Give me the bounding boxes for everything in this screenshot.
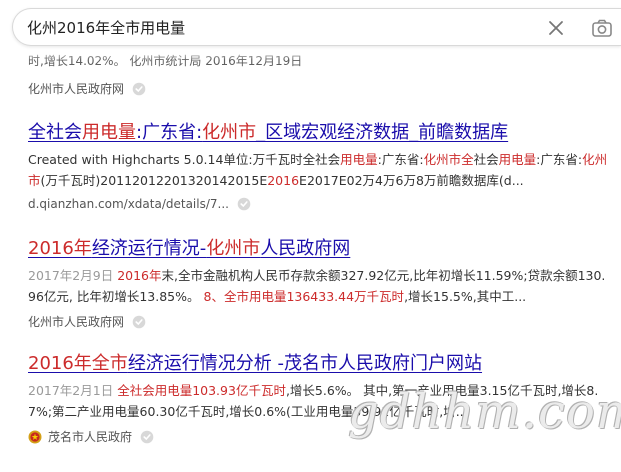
verified-shield-icon[interactable]	[237, 197, 251, 211]
title-part: 经济运行情况-	[91, 238, 207, 259]
result-source: d.qianzhan.com/xdata/details/7...	[28, 197, 613, 211]
snippet-text: 社会	[473, 152, 499, 167]
snippet-text: E2017E02万4万6万8万前瞻数据库(d...	[299, 173, 524, 188]
result-source: 化州市人民政府网	[28, 80, 613, 97]
partial-result: 化州市人民政府网	[28, 80, 613, 97]
result-date: 2017年2月1日	[28, 383, 114, 398]
source-link[interactable]: 茂名市人民政府	[48, 428, 132, 445]
snippet-highlight: 2016年	[117, 268, 162, 283]
title-part: 经济运行情况分析 -茂名市人民政府门户网站	[127, 353, 483, 374]
verified-shield-icon[interactable]	[140, 430, 154, 444]
snippet-highlight: 8、全市用电量136433.44万千瓦时	[203, 289, 405, 304]
title-highlight: 化州市	[206, 238, 261, 259]
title-part: :广东省:	[136, 122, 203, 143]
verified-shield-icon[interactable]	[132, 315, 146, 329]
source-link[interactable]: d.qianzhan.com/xdata/details/7...	[28, 197, 229, 211]
title-part: 人民政府网	[260, 238, 351, 259]
result-title-link[interactable]: 2016年经济运行情况-化州市人民政府网	[28, 237, 613, 261]
search-bar[interactable]: 化州2016年全市用电量	[12, 8, 621, 46]
verified-shield-icon[interactable]	[132, 82, 146, 96]
snippet-highlight: 化州市全	[423, 152, 474, 167]
government-emblem-icon	[28, 430, 42, 443]
snippet-highlight: 用电量	[498, 152, 537, 167]
title-part: 全社会	[28, 122, 82, 143]
search-result: 2016年经济运行情况-化州市人民政府网 2017年2月9日 2016年末,全市…	[28, 237, 613, 330]
title-highlight: 2016年全市	[28, 353, 128, 374]
camera-icon[interactable]	[591, 17, 613, 39]
title-highlight: 化州市	[202, 122, 257, 143]
snippet-text: :广东省:	[536, 152, 583, 167]
snippet-text: ,增长15.5%,其中工...	[404, 289, 527, 304]
search-input[interactable]: 化州2016年全市用电量	[27, 17, 527, 39]
source-link[interactable]: 化州市人民政府网	[28, 313, 124, 330]
snippet-highlight: 2016	[267, 173, 300, 188]
snippet-text: (万千瓦时)20112012201320142015E	[40, 173, 268, 188]
snippet-text: :广东省:	[377, 152, 424, 167]
title-highlight: 用电量	[82, 122, 136, 143]
snippet-text: Created with Highcharts 5.0.14单位:万千瓦时全社会	[28, 152, 341, 167]
close-icon[interactable]	[546, 18, 566, 38]
result-title-link[interactable]: 全社会用电量:广东省:化州市_区域宏观经济数据_前瞻数据库	[28, 121, 613, 145]
source-link[interactable]: 化州市人民政府网	[28, 80, 124, 97]
result-title-link[interactable]: 2016年全市经济运行情况分析 -茂名市人民政府门户网站	[28, 352, 613, 376]
result-source: 化州市人民政府网	[28, 313, 613, 330]
search-results-page: 化州2016年全市用电量 时,增长14.02%。 化州市统计局 2016年12月…	[0, 0, 621, 472]
result-date: 2017年2月9日	[28, 268, 114, 283]
search-result: 全社会用电量:广东省:化州市_区域宏观经济数据_前瞻数据库 Created wi…	[28, 121, 613, 211]
snippet-highlight: 全社会用电量103.93亿千瓦时	[117, 383, 286, 398]
title-part: _区域宏观经济数据_前瞻数据库	[256, 122, 509, 143]
result-snippet: 2017年2月9日 2016年末,全市金融机构人民币存款余额327.92亿元,比…	[28, 265, 613, 307]
watermark: gdhhm.com	[348, 384, 621, 440]
title-highlight: 2016年	[28, 238, 92, 259]
snippet-highlight: 用电量	[340, 152, 378, 167]
result-snippet: Created with Highcharts 5.0.14单位:万千瓦时全社会…	[28, 149, 613, 191]
